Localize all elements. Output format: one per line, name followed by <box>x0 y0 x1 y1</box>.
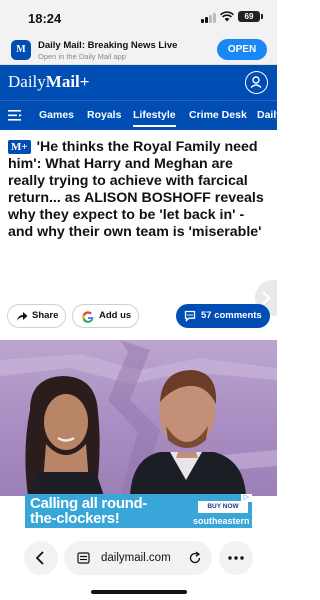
article-headline: M+ 'He thinks the Royal Family need him'… <box>8 139 270 241</box>
article-actions: Share Add us 57 comments <box>0 304 277 330</box>
masthead: DailyMail+ <box>0 65 277 100</box>
headline-text: 'He thinks the Royal Family need him': W… <box>8 139 264 240</box>
status-time: 18:24 <box>28 11 62 26</box>
chevron-right-icon <box>262 291 271 305</box>
more-options-button[interactable] <box>219 541 253 575</box>
chevron-left-icon <box>35 551 44 565</box>
wifi-icon <box>220 11 234 22</box>
nav-item-lifestyle[interactable]: Lifestyle <box>133 109 176 127</box>
logo-prefix: Daily <box>8 72 46 91</box>
ad-buy-now-button[interactable]: BUY NOW <box>198 501 248 513</box>
back-button[interactable] <box>24 541 58 575</box>
site-logo[interactable]: DailyMail+ <box>8 72 89 92</box>
comments-count-label: 57 comments <box>201 310 262 321</box>
nav-item-games[interactable]: Games <box>39 109 74 121</box>
ad-headline: Calling all round- the-clockers! <box>30 496 147 526</box>
menu-icon[interactable] <box>8 109 23 122</box>
ellipsis-icon <box>228 556 244 560</box>
browser-toolbar: dailymail.com <box>0 528 277 600</box>
nav-item-royals[interactable]: Royals <box>87 109 121 121</box>
ad-brand: southeastern <box>193 516 250 526</box>
adchoices-icon[interactable]: ▷ <box>241 494 252 502</box>
share-button[interactable]: Share <box>7 304 66 328</box>
ad-banner[interactable]: Calling all round- the-clockers! BUY NOW… <box>25 494 252 530</box>
section-nav: Games Royals Lifestyle Crime Desk Daily <box>0 100 277 130</box>
add-us-label: Add us <box>99 310 132 321</box>
app-banner-subtitle: Open in the Daily Mail app <box>38 52 126 61</box>
comments-button[interactable]: 57 comments <box>176 304 270 328</box>
account-icon[interactable] <box>245 71 268 94</box>
logo-brand: Mail+ <box>45 72 90 91</box>
status-bar: 18:24 69 <box>0 0 277 34</box>
share-icon <box>17 312 28 321</box>
home-indicator[interactable] <box>91 590 187 594</box>
ad-line-2: the-clockers! <box>30 510 120 527</box>
reload-icon[interactable] <box>188 551 202 565</box>
comment-icon <box>184 310 196 322</box>
google-icon <box>82 311 94 323</box>
app-banner-title: Daily Mail: Breaking News Live <box>38 40 178 51</box>
article-hero-image[interactable] <box>0 340 277 496</box>
nav-item-daily[interactable]: Daily <box>257 109 277 121</box>
battery-icon: 69 <box>238 11 263 22</box>
app-icon: M <box>11 40 31 60</box>
share-label: Share <box>32 310 59 321</box>
app-banner[interactable]: M Daily Mail: Breaking News Live Open in… <box>0 34 277 65</box>
hero-photo-illustration <box>0 340 277 496</box>
address-bar[interactable]: dailymail.com <box>64 541 212 575</box>
nav-item-crime-desk[interactable]: Crime Desk <box>189 109 247 121</box>
ad-line-1: Calling all round- <box>30 495 148 512</box>
open-app-button[interactable]: OPEN <box>217 39 267 60</box>
add-us-button[interactable]: Add us <box>72 304 139 328</box>
url-text: dailymail.com <box>101 552 171 564</box>
mail-plus-badge: M+ <box>8 140 31 154</box>
page-format-icon[interactable] <box>77 552 90 564</box>
cellular-signal-icon <box>201 13 216 23</box>
page: 18:24 69 M Daily Mail: Breaking News Liv… <box>0 0 277 600</box>
